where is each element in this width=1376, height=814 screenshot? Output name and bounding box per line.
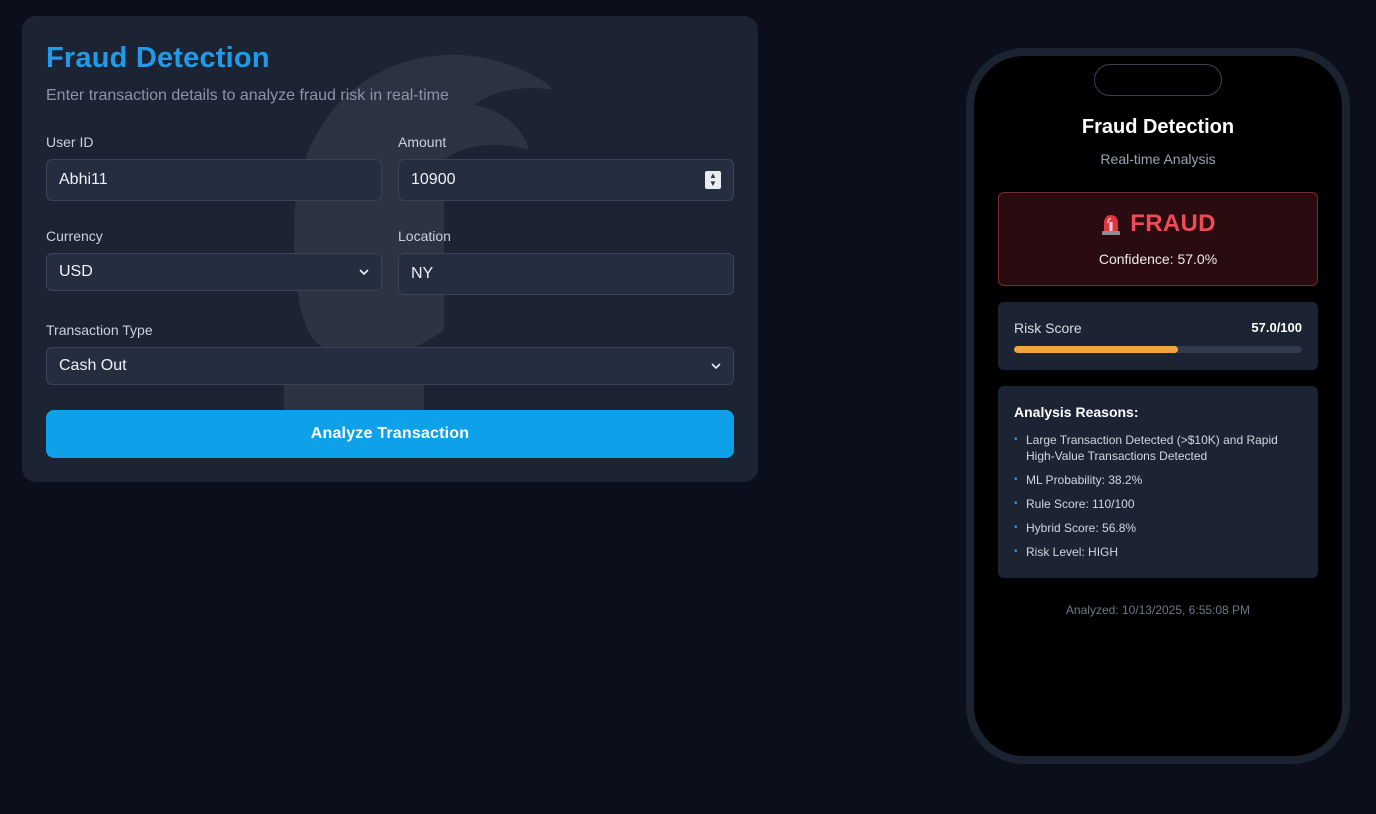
number-spinner-icon[interactable]: ▲ ▼ [705,171,721,189]
risk-score-fill [1014,346,1179,353]
reason-item: • Hybrid Score: 56.8% [1014,520,1302,536]
currency-field: Currency USD [46,228,382,291]
chevron-down-icon [711,362,721,370]
transaction-type-value: Cash Out [59,357,127,374]
reason-item: • ML Probability: 38.2% [1014,472,1302,488]
phone-notch [1094,64,1222,96]
reason-text: ML Probability: 38.2% [1026,473,1143,487]
reason-text: Risk Level: HIGH [1026,545,1119,559]
analysis-reasons-title: Analysis Reasons: [1014,404,1139,420]
phone-screen: Fraud Detection Real-time Analysis FRAUD… [974,56,1342,756]
currency-select[interactable]: USD [46,253,382,291]
risk-score-label: Risk Score [1014,320,1082,336]
currency-value: USD [59,263,93,280]
bullet-icon: • [1014,434,1018,445]
siren-icon [1102,215,1121,235]
amount-label: Amount [398,134,447,150]
verdict-card: FRAUD Confidence: 57.0% [998,192,1318,286]
risk-score-value: 57.0/100 [1251,320,1302,335]
confidence-text: Confidence: 57.0% [1098,251,1218,267]
risk-score-bar [1014,346,1302,353]
bullet-icon: • [1014,498,1018,509]
transaction-type-field: Transaction Type Cash Out [46,322,734,385]
risk-score-card: Risk Score 57.0/100 [998,302,1318,370]
verdict-label: FRAUD [1130,210,1216,237]
user-id-value: Abhi11 [59,171,108,188]
verdict-line: FRAUD [999,210,1317,238]
chevron-down-icon [359,268,369,276]
phone-subtitle: Real-time Analysis [1100,151,1216,167]
user-id-label: User ID [46,134,94,150]
amount-field: Amount 10900 ▲ ▼ [398,134,734,201]
bullet-icon: • [1014,474,1018,485]
location-field: Location NY [398,228,734,295]
amount-input[interactable]: 10900 ▲ ▼ [398,159,734,201]
phone-frame: Fraud Detection Real-time Analysis FRAUD… [966,48,1350,764]
reason-text: Large Transaction Detected (>$10K) and R… [1026,433,1278,463]
bullet-icon: • [1014,522,1018,533]
currency-label: Currency [46,228,103,244]
bullet-icon: • [1014,546,1018,557]
analyzed-timestamp: Analyzed: 10/13/2025, 6:55:08 PM [1065,603,1251,617]
transaction-type-label: Transaction Type [46,322,153,338]
reason-text: Rule Score: 110/100 [1026,497,1135,511]
form-subtitle: Enter transaction details to analyze fra… [46,87,449,104]
location-input[interactable]: NY [398,253,734,295]
reason-item: • Large Transaction Detected (>$10K) and … [1014,432,1302,464]
reason-text: Hybrid Score: 56.8% [1026,521,1137,535]
reason-item: • Risk Level: HIGH [1014,544,1302,560]
phone-title: Fraud Detection [1081,116,1235,138]
analysis-reasons-card: Analysis Reasons: • Large Transaction Det… [998,386,1318,578]
analysis-reasons-list: • Large Transaction Detected (>$10K) and … [1014,432,1302,560]
form-title: Fraud Detection [46,42,270,74]
location-label: Location [398,228,451,244]
reason-item: • Rule Score: 110/100 [1014,496,1302,512]
location-value: NY [411,265,434,282]
user-id-input[interactable]: Abhi11 [46,159,382,201]
analyze-transaction-button[interactable]: Analyze Transaction [46,410,734,458]
transaction-form-card: Fraud Detection Enter transaction detail… [22,16,758,482]
transaction-type-select[interactable]: Cash Out [46,347,734,385]
amount-value: 10900 [411,171,456,188]
user-id-field: User ID Abhi11 [46,134,382,201]
